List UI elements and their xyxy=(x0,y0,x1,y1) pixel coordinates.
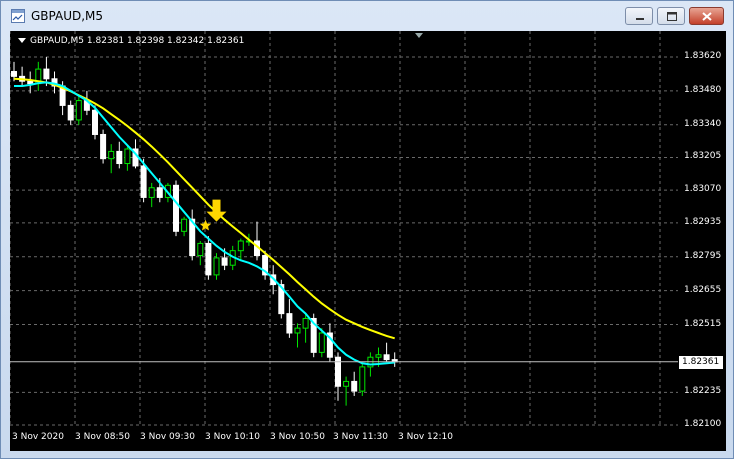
candle-body xyxy=(181,218,188,232)
candle-body xyxy=(383,354,390,361)
candle-body xyxy=(237,240,244,252)
candle-body xyxy=(173,184,179,232)
price-axis-label: 1.82515 xyxy=(684,318,722,329)
time-axis-label: 3 Nov 10:50 xyxy=(270,432,325,442)
price-axis-label: 1.83620 xyxy=(684,51,722,61)
maximize-icon xyxy=(667,12,677,21)
symbol-ohlc-text: GBPAUD,M5 1.82381 1.82398 1.82342 1.8236… xyxy=(30,36,245,46)
star-signal-icon xyxy=(199,219,212,231)
chart-shift-icon[interactable] xyxy=(415,33,423,38)
candle-body xyxy=(92,109,98,135)
candle-body xyxy=(375,354,382,358)
candle-body xyxy=(213,257,220,276)
price-axis-label: 1.82935 xyxy=(684,216,722,227)
candle-body xyxy=(67,104,74,121)
title-bar[interactable]: GBPAUD,M5 xyxy=(1,1,733,31)
time-axis-label: 3 Nov 10:10 xyxy=(205,432,260,442)
time-axis-label: 3 Nov 09:30 xyxy=(140,432,195,442)
candle-body xyxy=(43,68,50,80)
price-axis-label: 1.83480 xyxy=(684,84,722,95)
price-axis-label: 1.83340 xyxy=(684,118,722,129)
collapse-triangle-icon[interactable] xyxy=(18,38,26,43)
candle-body xyxy=(359,366,366,392)
chart-area[interactable]: GBPAUD,M5 1.82381 1.82398 1.82342 1.8236… xyxy=(10,31,726,451)
candle-body xyxy=(140,165,147,198)
candle-body xyxy=(27,80,34,85)
price-axis-label: 1.83205 xyxy=(684,151,722,162)
current-price-tag: 1.82361 xyxy=(679,355,723,369)
candle-body xyxy=(197,242,204,257)
candle-body xyxy=(116,150,123,165)
candle-body xyxy=(75,100,82,121)
candle-body xyxy=(302,317,309,329)
price-chart[interactable] xyxy=(10,31,678,426)
candle-body xyxy=(156,187,163,198)
candle-body xyxy=(351,380,358,392)
price-axis-label: 1.82100 xyxy=(684,419,722,429)
candle-body xyxy=(100,133,107,160)
candle-body xyxy=(108,150,115,160)
candle-body xyxy=(294,327,301,334)
time-axis-label: 3 Nov 11:30 xyxy=(333,432,388,442)
price-axis[interactable]: 1.83620 1.83480 1.83340 1.83205 1.83070 1.829… xyxy=(678,31,726,451)
candle-body xyxy=(148,187,155,198)
close-icon xyxy=(702,12,712,21)
close-button[interactable] xyxy=(689,7,724,25)
minimize-button[interactable] xyxy=(625,7,653,25)
price-axis-label: 1.82795 xyxy=(684,250,722,261)
candle-body xyxy=(221,257,228,266)
candle-body xyxy=(205,242,212,276)
chart-window-icon xyxy=(11,9,25,23)
maximize-button[interactable] xyxy=(657,7,685,25)
chart-header: GBPAUD,M5 1.82381 1.82398 1.82342 1.8236… xyxy=(18,36,244,46)
candle-body xyxy=(11,71,17,77)
candle-body xyxy=(286,313,293,334)
candle-body xyxy=(124,148,131,165)
price-axis-label: 1.82655 xyxy=(684,284,722,295)
time-axis-label: 3 Nov 12:10 xyxy=(398,432,453,442)
price-axis-label: 1.83070 xyxy=(684,184,722,195)
time-axis-label: 3 Nov 08:50 xyxy=(75,432,130,442)
minimize-icon xyxy=(636,18,644,20)
window-title: GBPAUD,M5 xyxy=(31,9,104,23)
price-axis-label: 1.82235 xyxy=(684,386,722,397)
time-axis[interactable]: 3 Nov 2020 3 Nov 08:50 3 Nov 09:30 3 Nov 10… xyxy=(10,426,678,451)
candle-body xyxy=(343,380,350,387)
time-axis-label: 3 Nov 2020 xyxy=(12,432,64,442)
chart-window: GBPAUD,M5 GBPAUD,M5 1.82381 1.82398 1.82… xyxy=(0,0,734,459)
candle-body xyxy=(318,332,325,353)
